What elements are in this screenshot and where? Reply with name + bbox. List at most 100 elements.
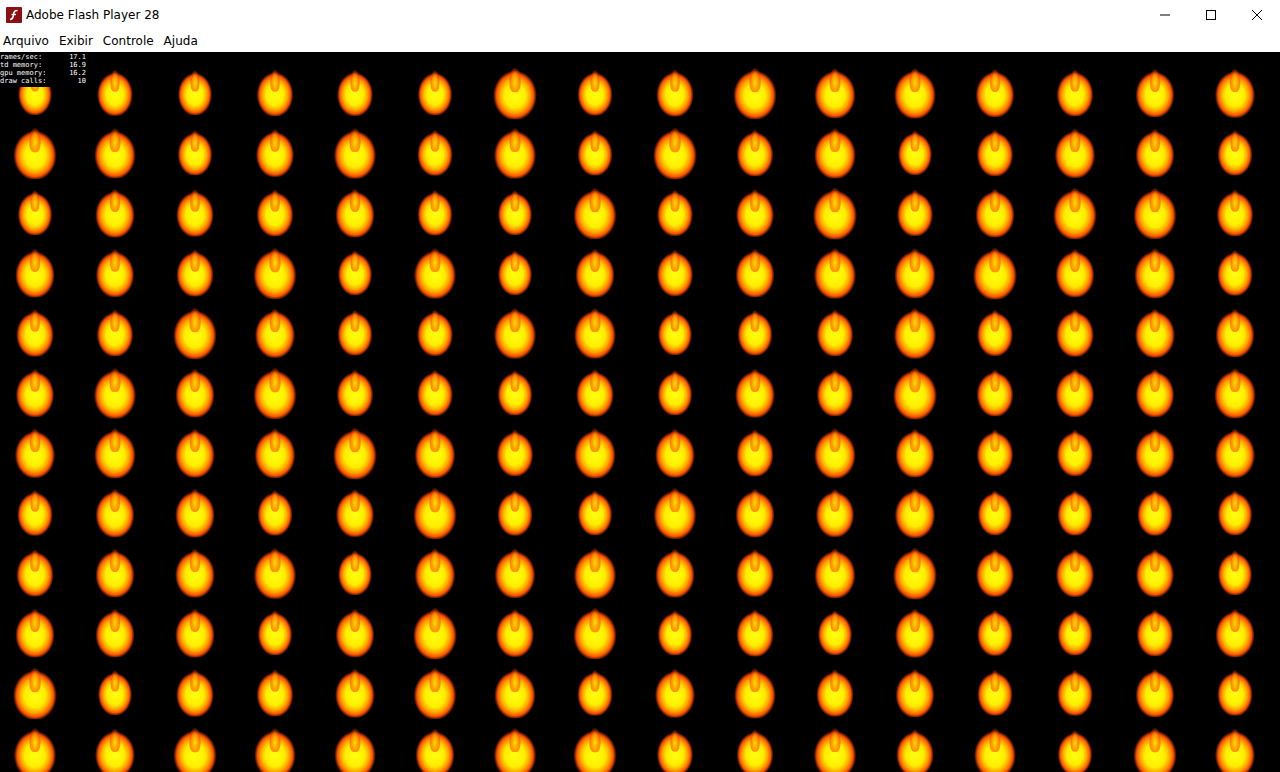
flame-particle [96,239,135,297]
flame-cell [155,658,235,718]
flame-particle [415,719,454,772]
flame-cell [155,538,235,598]
flame-particle [336,599,375,657]
flame-particle [498,241,532,295]
flame-particle [494,297,536,358]
flame-particle [813,177,857,240]
flame-particle [578,481,613,536]
flame-cell [475,298,555,358]
flame-particle [818,601,852,655]
flame-particle [495,538,536,598]
flame-cell [1035,358,1115,418]
flame-cell [555,238,635,298]
flame-particle [1133,717,1176,772]
flame-particle [494,117,536,178]
flame-particle [973,237,1017,300]
flame-particle [1136,539,1174,597]
flame-cell [635,58,715,118]
flame-cell [0,538,75,598]
flame-cell [75,718,155,772]
flame-particle [497,420,534,476]
flame-cell [955,238,1035,298]
flame-cell [235,178,315,238]
flame-particle [654,477,697,539]
flame-particle [735,479,774,538]
menu-bar: ArquivoExibirControleAjuda [0,30,1280,52]
flame-cell [155,418,235,478]
flame-cell [75,178,155,238]
flame-cell [1035,598,1115,658]
flame-particle [734,658,776,719]
flame-cell [795,298,875,358]
close-button[interactable] [1234,0,1280,30]
flame-cell [0,118,75,178]
flame-particle [573,717,616,772]
flame-cell [235,658,315,718]
menu-item[interactable]: Arquivo [0,32,54,50]
flame-particle [1056,359,1095,417]
flame-particle [17,480,53,535]
flame-cell [955,118,1035,178]
flame-cell [315,298,395,358]
flame-cell [75,238,155,298]
flame-particle [176,179,214,236]
minimize-icon [1160,10,1170,20]
flame-particle [574,297,616,358]
flame-particle [657,180,693,236]
flame-particle [655,539,695,598]
flame-cell [715,478,795,538]
flame-cell [635,118,715,178]
flame-particle [253,357,296,419]
flame-particle [498,361,533,416]
flame-cell [635,418,715,478]
flame-cell [955,178,1035,238]
flame-particle [736,420,773,477]
flame-particle [895,478,935,538]
flame-cell [1115,718,1195,772]
flame-cell [1115,478,1195,538]
maximize-button[interactable] [1188,0,1234,30]
flame-particle [94,357,136,418]
flame-particle [1218,481,1253,536]
flame-particle [1057,60,1094,116]
flame-particle [256,119,294,177]
flame-cell [1195,358,1275,418]
flame-particle [977,600,1013,656]
flame-cell [1195,598,1275,658]
flame-cell [395,298,475,358]
stat-row: rames/sec:17.1 [0,53,86,61]
menu-item[interactable]: Exibir [56,32,98,50]
flame-particle [655,658,695,718]
flame-cell [795,238,875,298]
flame-particle [257,180,294,237]
flame-particle [1215,418,1255,478]
flame-cell [1195,58,1275,118]
menu-item[interactable]: Ajuda [161,32,203,50]
flame-cell [1035,538,1115,598]
minimize-button[interactable] [1142,0,1188,30]
flame-cell [235,718,315,772]
flame-particle [736,179,774,237]
flame-particle [255,298,295,358]
flame-cell [0,358,75,418]
flame-cell [235,598,315,658]
flame-particle [173,297,216,359]
flame-cell [75,358,155,418]
stat-label: draw calls: [0,77,46,85]
flame-cell [1195,718,1275,772]
flash-logo-icon [6,7,22,23]
flame-cell [75,538,155,598]
flame-particle [417,300,453,356]
flame-particle [175,598,215,657]
flame-particle [658,361,693,416]
flame-cell [0,718,75,772]
flame-particle [415,538,456,598]
flame-particle [736,539,774,597]
flame-cell [75,418,155,478]
flame-cell [155,118,235,178]
flame-cell [475,238,555,298]
flame-cell [635,178,715,238]
menu-item[interactable]: Controle [100,32,159,50]
flame-particle [1058,601,1093,656]
flame-particle [893,357,937,420]
